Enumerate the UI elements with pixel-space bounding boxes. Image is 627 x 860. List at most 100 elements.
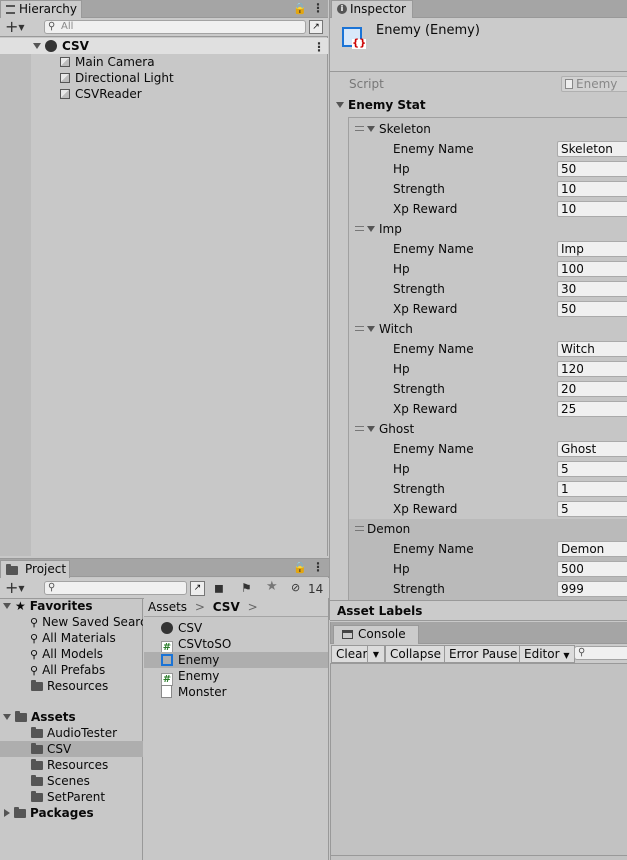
enemy-name-field[interactable]: Imp xyxy=(557,241,627,257)
file-item-text[interactable]: Monster xyxy=(161,684,227,700)
xp-reward-field[interactable]: 25 xyxy=(557,401,627,417)
favorite-item[interactable]: Resources xyxy=(31,678,108,694)
gameobject-cube-icon xyxy=(60,57,70,67)
favorites-foldout[interactable]: ★ Favorites xyxy=(3,598,92,614)
chevron-down-icon[interactable] xyxy=(367,426,375,432)
asset-folder[interactable]: Scenes xyxy=(31,773,90,789)
asset-folder-label: AudioTester xyxy=(47,726,118,740)
hp-field[interactable]: 100 xyxy=(557,261,627,277)
file-item-script[interactable]: # CSVtoSO xyxy=(161,636,232,654)
favorite-item[interactable]: ⚲ All Prefabs xyxy=(30,662,105,678)
enemy-element-header[interactable]: Demon xyxy=(349,519,627,539)
drag-handle-icon[interactable] xyxy=(355,126,364,131)
drag-handle-icon[interactable] xyxy=(355,226,364,231)
chevron-down-icon[interactable] xyxy=(367,326,375,332)
asset-folder[interactable]: Resources xyxy=(31,757,108,773)
favorite-star-icon[interactable]: ★ xyxy=(266,580,278,593)
favorite-item[interactable]: ⚲ All Materials xyxy=(30,630,116,646)
filter-by-type-icon[interactable]: ◼ xyxy=(214,582,224,594)
asset-folder[interactable]: AudioTester xyxy=(31,725,117,741)
search-scope-icon[interactable]: ↗ xyxy=(190,581,205,596)
folder-icon xyxy=(31,759,43,770)
hp-field[interactable]: 120 xyxy=(557,361,627,377)
lock-icon[interactable]: 🔒 xyxy=(293,3,307,15)
error-pause-button[interactable]: Error Pause xyxy=(444,645,523,663)
strength-field[interactable]: 30 xyxy=(557,281,627,297)
enemy-name-field[interactable]: Witch xyxy=(557,341,627,357)
breadcrumb-csv[interactable]: CSV xyxy=(213,600,240,614)
enemy-name-field[interactable]: Ghost xyxy=(557,441,627,457)
drag-handle-icon[interactable] xyxy=(355,326,364,331)
enemy-stat-foldout[interactable]: Enemy Stat xyxy=(336,97,426,113)
favorite-item[interactable]: ⚲ New Saved Search xyxy=(30,614,143,630)
file-item-label: CSVtoSO xyxy=(178,637,232,651)
strength-field[interactable]: 1 xyxy=(557,481,627,497)
chevron-down-icon[interactable] xyxy=(367,126,375,132)
gameobject-cube-icon xyxy=(60,89,70,99)
chevron-down-icon[interactable] xyxy=(336,102,344,108)
hidden-packages-icon[interactable]: ⊘ xyxy=(291,582,300,594)
enemy-name-field[interactable]: Skeleton xyxy=(557,141,627,157)
gameobject-main-camera[interactable]: Main Camera xyxy=(60,54,155,70)
project-search-input[interactable]: ⚲ xyxy=(44,581,187,595)
lock-icon[interactable]: 🔒 xyxy=(293,562,307,574)
scene-visibility-icon[interactable]: ↗ xyxy=(309,20,323,34)
editor-dropdown[interactable]: Editor ▼ xyxy=(519,645,575,663)
favorite-item[interactable]: ⚲ All Models xyxy=(30,646,103,662)
file-item-selected[interactable]: Enemy xyxy=(144,652,328,668)
asset-labels-bar[interactable]: Asset Labels xyxy=(330,600,627,621)
enemy-element-header[interactable]: Ghost xyxy=(349,419,627,439)
hierarchy-search-input[interactable]: ⚲ All xyxy=(44,20,306,34)
hierarchy-tab[interactable]: Hierarchy xyxy=(0,0,82,18)
chevron-down-icon[interactable] xyxy=(3,714,11,720)
enemy-element-header[interactable]: Witch xyxy=(349,319,627,339)
inspector-tab[interactable]: i Inspector xyxy=(331,0,413,18)
file-item-scene[interactable]: CSV xyxy=(161,620,202,636)
enemy-element-header[interactable]: Imp xyxy=(349,219,627,239)
strength-field[interactable]: 10 xyxy=(557,181,627,197)
hp-field[interactable]: 50 xyxy=(557,161,627,177)
console-tab[interactable]: Console xyxy=(333,625,419,644)
collapse-button[interactable]: Collapse xyxy=(385,645,446,663)
create-dropdown-button[interactable]: +▼ xyxy=(5,580,25,596)
gameobject-csvreader[interactable]: CSVReader xyxy=(60,86,142,102)
xp-reward-field[interactable]: 50 xyxy=(557,301,627,317)
xp-reward-field[interactable]: 5 xyxy=(557,501,627,517)
asset-folder-selected[interactable]: CSV xyxy=(0,741,143,757)
xp-reward-field[interactable]: 10 xyxy=(557,201,627,217)
enemy-element-header[interactable]: Skeleton xyxy=(349,119,627,139)
console-body xyxy=(331,663,627,853)
gameobject-directional-light[interactable]: Directional Light xyxy=(60,70,174,86)
favorite-item-label: All Materials xyxy=(42,631,116,645)
search-icon: ⚲ xyxy=(30,664,39,677)
script-field[interactable]: Enemy xyxy=(561,76,627,92)
chevron-down-icon[interactable] xyxy=(33,43,41,49)
inspector-tab-label: Inspector xyxy=(350,2,406,16)
packages-foldout[interactable]: Packages xyxy=(4,805,94,821)
breadcrumb-assets[interactable]: Assets xyxy=(148,600,187,614)
strength-field[interactable]: 20 xyxy=(557,381,627,397)
scene-more-icon[interactable]: ⋮ xyxy=(313,41,325,53)
project-tab[interactable]: Project xyxy=(0,560,70,578)
filter-by-label-icon[interactable]: ⚑ xyxy=(241,582,252,594)
hp-field[interactable]: 500 xyxy=(557,561,627,577)
chevron-down-icon[interactable] xyxy=(367,226,375,232)
enemy-name-field[interactable]: Demon xyxy=(557,541,627,557)
more-menu-icon[interactable]: ⋮ xyxy=(312,2,324,14)
more-menu-icon[interactable]: ⋮ xyxy=(312,561,324,573)
drag-handle-icon[interactable] xyxy=(355,426,364,431)
asset-folder[interactable]: SetParent xyxy=(31,789,105,805)
scene-row[interactable]: CSV xyxy=(0,38,328,54)
clear-options-dropdown[interactable]: ▼ xyxy=(367,645,385,663)
console-search-input[interactable]: ⚲ xyxy=(574,646,627,660)
strength-field[interactable]: 999 xyxy=(557,581,627,597)
hp-field[interactable]: 5 xyxy=(557,461,627,477)
unity-scene-icon xyxy=(45,40,57,52)
assets-foldout[interactable]: Assets xyxy=(3,709,76,725)
add-dropdown-button[interactable]: +▼ xyxy=(5,19,25,35)
chevron-right-icon[interactable] xyxy=(4,809,10,817)
chevron-down-icon[interactable] xyxy=(3,603,11,609)
drag-handle-icon[interactable] xyxy=(355,526,364,531)
file-item-script[interactable]: # Enemy xyxy=(161,668,219,686)
gameobject-label: CSVReader xyxy=(75,87,142,101)
